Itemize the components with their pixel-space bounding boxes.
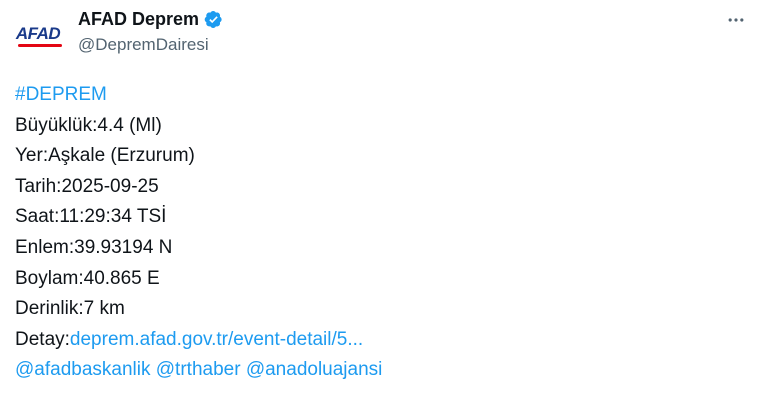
author-display-name[interactable]: AFAD Deprem — [78, 9, 199, 30]
verified-badge-icon[interactable] — [204, 10, 223, 29]
afad-logo-text: AFAD — [15, 24, 61, 43]
location-line: Yer:Aşkale (Erzurum) — [15, 145, 195, 167]
afad-logo: AFAD — [15, 24, 63, 47]
latitude-line: Enlem:39.93194 N — [15, 236, 173, 258]
date-line: Tarih:2025-09-25 — [15, 175, 159, 197]
mention-link[interactable]: @afadbaskanlik — [15, 359, 150, 380]
longitude-line: Boylam:40.865 E — [15, 267, 160, 289]
time-line: Saat:11:29:34 TSİ — [15, 206, 167, 228]
afad-logo-swoosh — [17, 44, 63, 47]
author-handle[interactable]: @DepremDairesi — [78, 35, 209, 55]
author-name-row: AFAD Deprem — [78, 9, 223, 30]
mention-link[interactable]: @anadoluajansi — [246, 359, 383, 380]
detail-label: Detay: — [15, 328, 70, 350]
more-horizontal-icon — [728, 18, 744, 22]
hashtag-link[interactable]: #DEPREM — [15, 84, 107, 105]
tweet-text: #DEPREM Büyüklük:4.4 (Ml) Yer:Aşkale (Er… — [15, 80, 382, 386]
depth-line: Derinlik:7 km — [15, 298, 125, 320]
magnitude-line: Büyüklük:4.4 (Ml) — [15, 114, 162, 136]
avatar[interactable]: AFAD — [14, 10, 63, 58]
detail-link[interactable]: deprem.afad.gov.tr/event-detail/5... — [70, 329, 363, 350]
tweet: AFAD AFAD Deprem @DepremDairesi #DEPREM … — [0, 0, 770, 402]
more-options-button[interactable] — [724, 8, 748, 32]
mention-link[interactable]: @trthaber — [156, 359, 241, 380]
detail-line: Detay:deprem.afad.gov.tr/event-detail/5.… — [15, 325, 382, 356]
mentions-line: @afadbaskanlik @trthaber @anadoluajansi — [15, 355, 382, 386]
